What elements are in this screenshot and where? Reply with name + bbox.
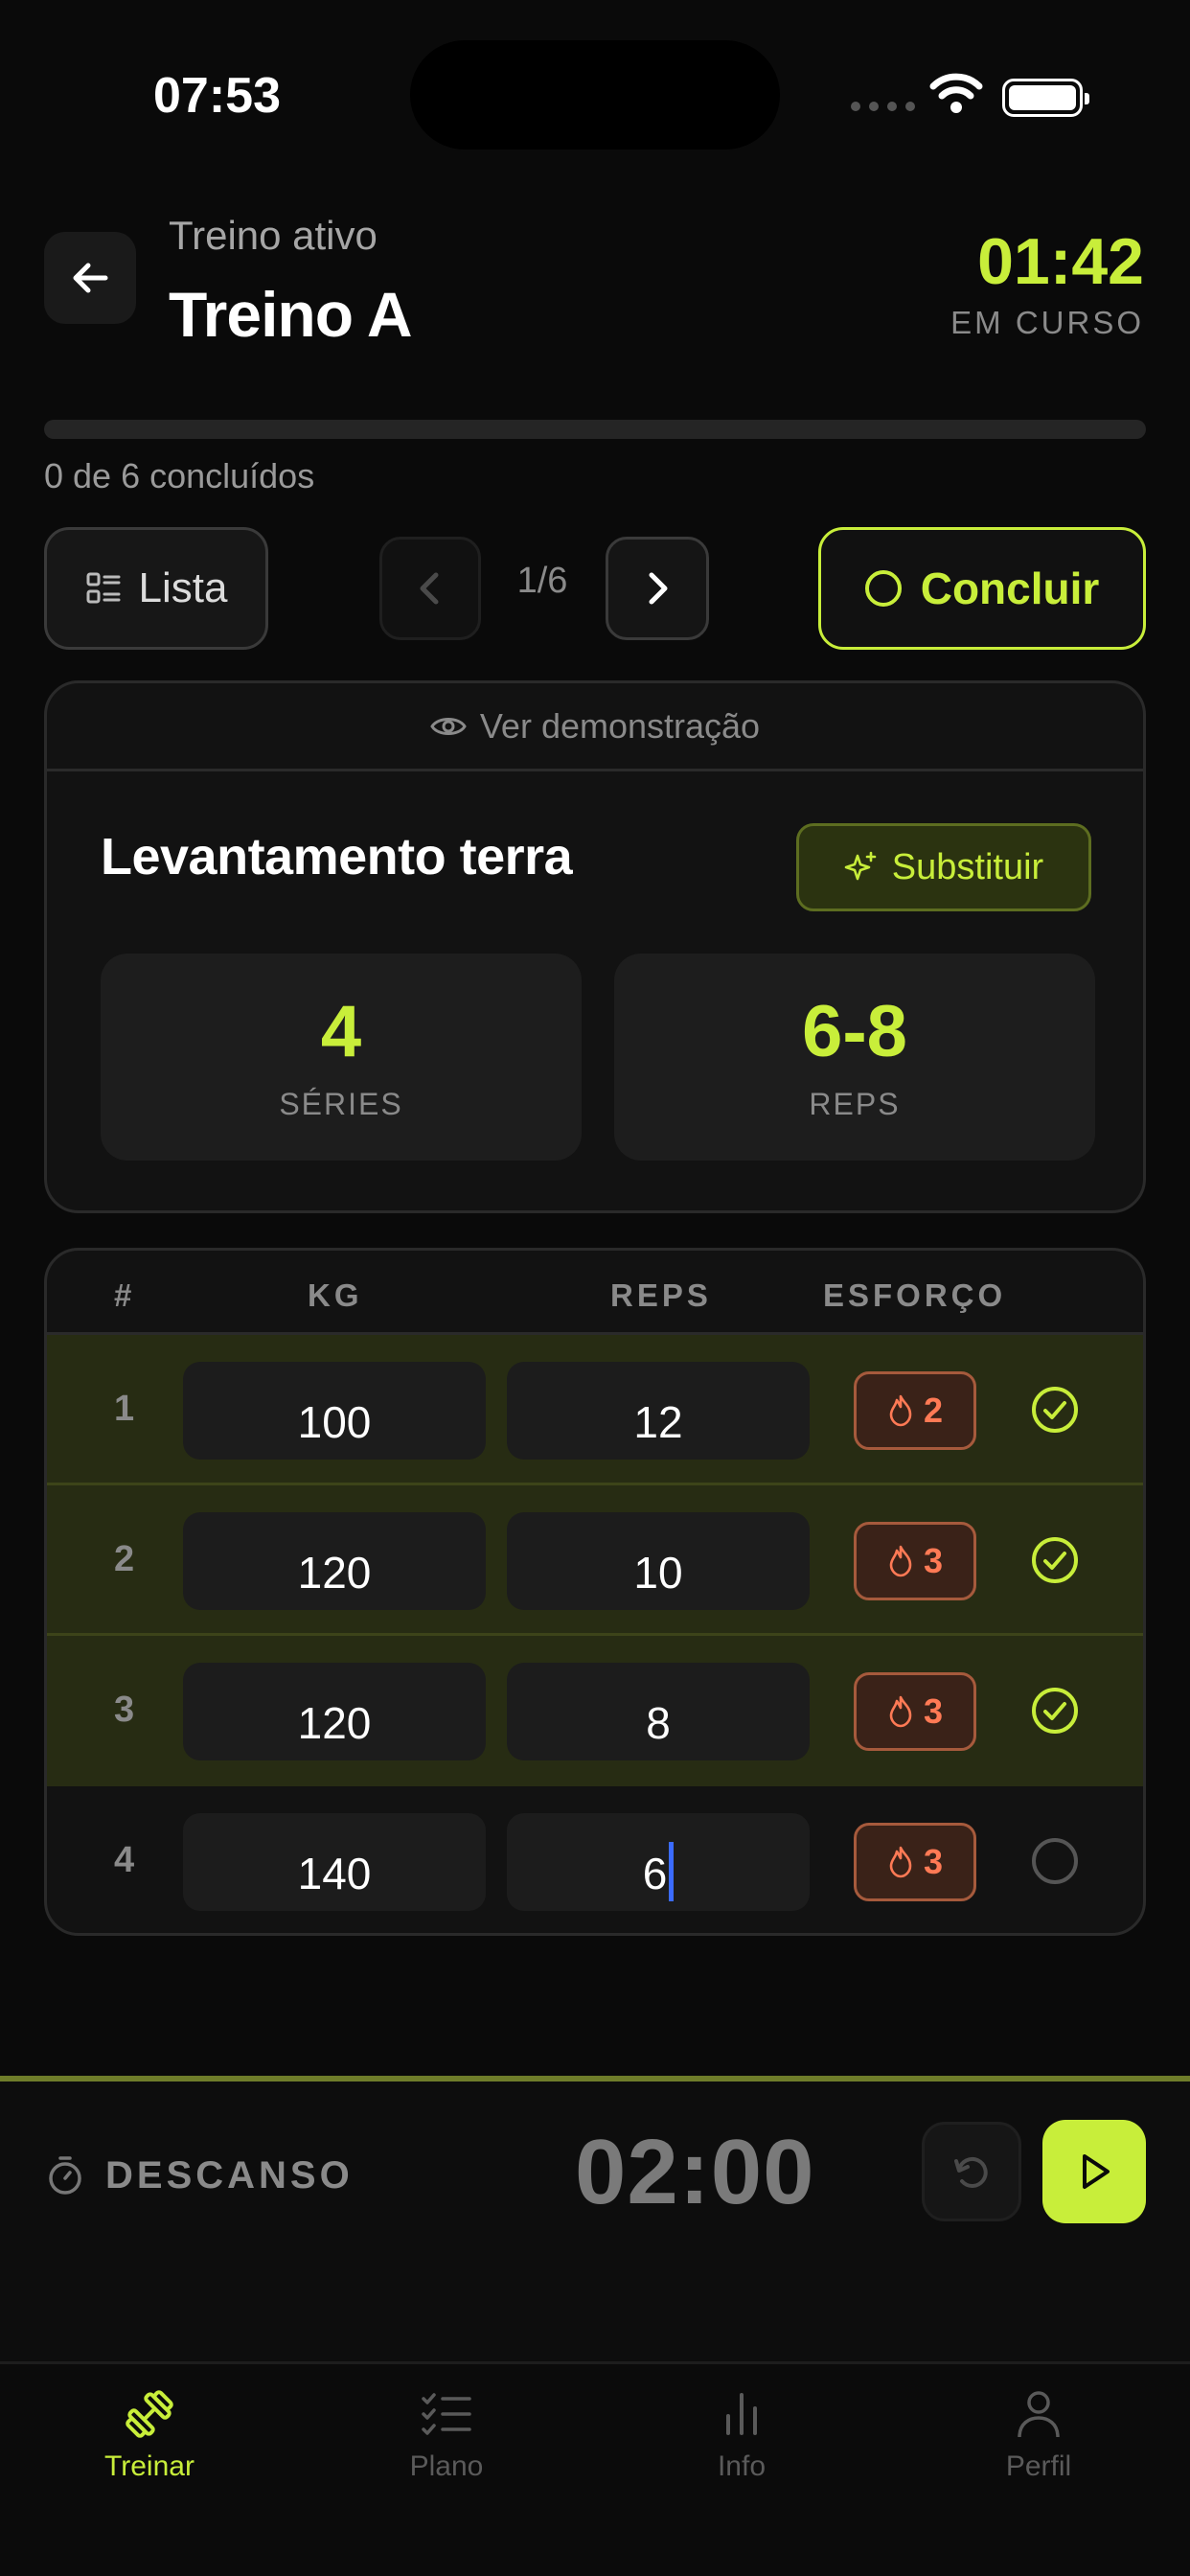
previous-exercise-button[interactable] xyxy=(379,537,481,640)
elapsed-timer: 01:42 xyxy=(977,225,1144,298)
effort-button[interactable]: 2 xyxy=(854,1371,976,1450)
kg-input[interactable]: 120 xyxy=(183,1512,486,1610)
wifi-icon xyxy=(929,71,983,120)
table-row: 3 120 8 3 xyxy=(47,1636,1143,1786)
empty-circle-icon[interactable] xyxy=(1030,1836,1080,1886)
tab-perfil[interactable]: Perfil xyxy=(943,2385,1134,2483)
bar-chart-icon xyxy=(726,2393,757,2435)
substitute-button[interactable]: Substituir xyxy=(796,823,1091,911)
header-effort: ESFORÇO xyxy=(823,1277,1007,1313)
dumbbell-icon xyxy=(126,2390,173,2438)
effort-value: 3 xyxy=(923,1691,944,1731)
finish-button[interactable]: Concluir xyxy=(818,527,1146,650)
kg-input[interactable]: 140 xyxy=(183,1813,486,1911)
reset-timer-button[interactable] xyxy=(922,2122,1021,2221)
view-demo-label: Ver demonstração xyxy=(479,705,761,746)
reps-input[interactable]: 12 xyxy=(507,1362,810,1460)
sets-stat: 4 SÉRIES xyxy=(101,954,582,1161)
reps-input[interactable]: 10 xyxy=(507,1512,810,1610)
effort-value: 3 xyxy=(923,1541,944,1580)
tab-label: Treinar xyxy=(104,2450,195,2482)
set-number: 4 xyxy=(114,1840,135,1880)
reps-stat: 6-8 REPS xyxy=(614,954,1095,1161)
reps-label: REPS xyxy=(809,1087,901,1121)
exercise-card: Ver demonstração Levantamento terra Subs… xyxy=(44,680,1146,1213)
arrow-left-icon xyxy=(73,263,108,293)
chevron-right-icon xyxy=(649,572,668,605)
flame-icon xyxy=(889,1545,912,1577)
stopwatch-icon xyxy=(46,2154,84,2201)
set-number: 1 xyxy=(114,1389,135,1429)
sets-label: SÉRIES xyxy=(279,1087,403,1121)
table-row: 2 120 10 3 xyxy=(47,1485,1143,1636)
start-rest-button[interactable] xyxy=(1042,2120,1146,2223)
header-num: # xyxy=(114,1277,136,1313)
flame-icon xyxy=(889,1846,912,1878)
battery-icon xyxy=(1002,79,1089,117)
reset-icon xyxy=(954,2156,988,2188)
tab-label: Perfil xyxy=(1005,2450,1072,2482)
header-reps: REPS xyxy=(610,1277,712,1313)
check-circle-icon[interactable] xyxy=(1030,1385,1080,1435)
sets-value: 4 xyxy=(320,991,362,1072)
tab-label: Info xyxy=(717,2450,767,2482)
effort-button[interactable]: 3 xyxy=(854,1672,976,1751)
kg-input[interactable]: 100 xyxy=(183,1362,486,1460)
substitute-label: Substituir xyxy=(891,846,1044,887)
table-row: 4 140 6 3 xyxy=(47,1786,1143,1933)
sparkles-icon xyxy=(844,851,877,881)
next-exercise-button[interactable] xyxy=(606,537,709,640)
tab-plano[interactable]: Plano xyxy=(351,2385,542,2483)
set-number: 3 xyxy=(114,1690,135,1730)
reps-input[interactable]: 6 xyxy=(507,1813,810,1911)
reps-input[interactable]: 8 xyxy=(507,1663,810,1760)
set-number: 2 xyxy=(114,1539,135,1579)
status-time: 07:53 xyxy=(153,68,281,124)
checklist-icon xyxy=(422,2393,471,2435)
sets-table: # KG REPS ESFORÇO 1 100 12 2 2 120 10 3 … xyxy=(44,1248,1146,1936)
tab-label: Plano xyxy=(409,2450,484,2482)
exercise-pager: 1/6 xyxy=(516,561,568,601)
reps-value: 6-8 xyxy=(802,991,907,1072)
exercise-name: Levantamento terra xyxy=(101,828,573,886)
chevron-left-icon xyxy=(420,572,439,605)
flame-icon xyxy=(889,1394,912,1427)
effort-value: 3 xyxy=(923,1842,944,1881)
list-button-label: Lista xyxy=(138,564,228,611)
tab-info[interactable]: Info xyxy=(646,2385,837,2483)
table-header: # KG REPS ESFORÇO xyxy=(47,1251,1143,1335)
play-icon xyxy=(1083,2154,1110,2189)
back-button[interactable] xyxy=(44,232,136,324)
progress-bar xyxy=(44,420,1146,439)
check-circle-icon[interactable] xyxy=(1030,1686,1080,1736)
rest-timer: 02:00 xyxy=(575,2121,815,2223)
tab-treinar[interactable]: Treinar xyxy=(54,2385,245,2483)
rest-label: DESCANSO xyxy=(105,2154,354,2196)
check-circle-icon[interactable] xyxy=(1030,1535,1080,1585)
progress-text: 0 de 6 concluídos xyxy=(44,456,315,495)
user-icon xyxy=(1018,2391,1060,2438)
workout-subtitle: Treino ativo xyxy=(169,213,378,258)
cellular-signal-icon xyxy=(851,102,915,111)
effort-button[interactable]: 3 xyxy=(854,1522,976,1600)
finish-button-label: Concluir xyxy=(920,564,1100,613)
circle-icon xyxy=(864,570,902,607)
view-demo-button[interactable]: Ver demonstração xyxy=(47,683,1143,771)
dynamic-island xyxy=(410,40,780,150)
list-button[interactable]: Lista xyxy=(44,527,268,650)
header-kg: KG xyxy=(308,1277,363,1313)
flame-icon xyxy=(889,1695,912,1728)
tab-bar: Treinar Plano Info Perfil xyxy=(0,2361,1190,2576)
kg-input[interactable]: 120 xyxy=(183,1663,486,1760)
reps-input-value: 6 xyxy=(642,1849,668,1898)
workout-title: Treino A xyxy=(169,279,413,350)
table-row: 1 100 12 2 xyxy=(47,1335,1143,1485)
effort-button[interactable]: 3 xyxy=(854,1823,976,1901)
eye-icon xyxy=(430,717,467,735)
effort-value: 2 xyxy=(923,1391,944,1430)
list-icon xyxy=(86,572,121,604)
text-cursor xyxy=(669,1841,675,1901)
timer-status: EM CURSO xyxy=(950,305,1144,340)
